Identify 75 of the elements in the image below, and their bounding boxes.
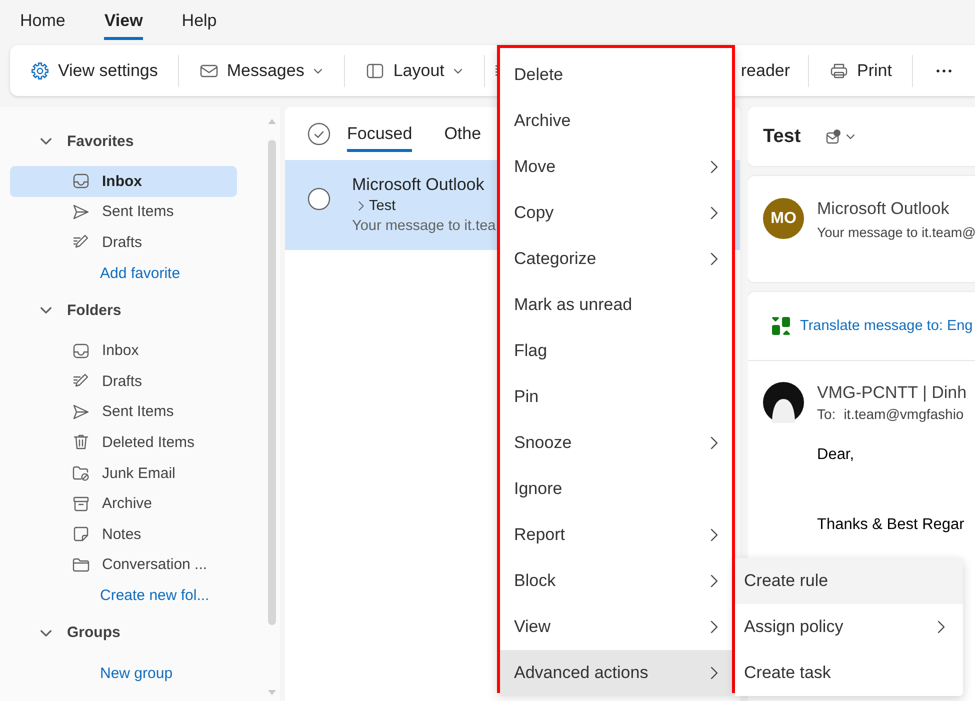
- message-preview: Your message to it.team@: [817, 225, 975, 240]
- menu-item[interactable]: Categorize: [500, 236, 732, 282]
- folder-item[interactable]: Notes: [10, 518, 237, 550]
- folder-blocked-icon: [72, 464, 90, 482]
- email-body-text: Dear,: [817, 446, 856, 464]
- folder-item[interactable]: Inbox: [10, 335, 237, 366]
- menu-item[interactable]: Move: [500, 144, 732, 190]
- settings-icon: [30, 60, 50, 80]
- folder-item[interactable]: Inbox: [10, 166, 237, 197]
- nav-link[interactable]: New group: [10, 658, 237, 688]
- toolbar-button[interactable]: View settings: [10, 52, 178, 88]
- folder-item[interactable]: Sent Items: [10, 196, 237, 228]
- sender-name: VMG-PCNTT | Dinh: [817, 382, 967, 404]
- menu-item[interactable]: Flag: [500, 328, 732, 374]
- menu-item[interactable]: Mark as unread: [500, 282, 732, 328]
- expand-icon: [356, 200, 366, 212]
- scrollbar-thumb[interactable]: [268, 140, 276, 625]
- menu-tab[interactable]: View: [104, 0, 143, 40]
- toolbar-button[interactable]: Messages: [178, 52, 344, 88]
- section-header: Folders: [67, 302, 122, 319]
- more-icon: [935, 68, 953, 74]
- folder-item[interactable]: Deleted Items: [10, 427, 237, 458]
- paper-plane-icon: [72, 402, 90, 421]
- folder-item[interactable]: Drafts: [10, 366, 237, 397]
- menu-item[interactable]: Create task: [735, 650, 963, 696]
- translate-icon: [770, 315, 792, 337]
- inbox-tab[interactable]: Othe: [444, 116, 482, 152]
- folder-item[interactable]: Conversation ...: [10, 550, 237, 580]
- menu-item[interactable]: Copy: [500, 190, 732, 236]
- note-icon: [72, 525, 90, 544]
- menu-item[interactable]: Block: [500, 558, 732, 604]
- menu-item[interactable]: Ignore: [500, 466, 732, 512]
- folder-item[interactable]: Junk Email: [10, 458, 237, 488]
- folder-item[interactable]: Sent Items: [10, 396, 237, 428]
- message-subject: Test: [369, 197, 396, 216]
- mail-check-icon[interactable]: [824, 128, 855, 146]
- avatar: MO: [763, 198, 804, 239]
- message-preview: Your message to it.tea: [352, 217, 496, 235]
- menu-item[interactable]: Delete: [500, 52, 732, 98]
- archive-box-icon: [72, 494, 90, 513]
- folder-item[interactable]: Archive: [10, 488, 237, 519]
- inbox-icon: [72, 172, 90, 190]
- email-body-text: Thanks & Best Regar: [817, 516, 966, 534]
- menu-tab[interactable]: Help: [182, 0, 217, 40]
- toolbar-button[interactable]: reader: [738, 52, 808, 88]
- folder-icon: [72, 556, 90, 574]
- toolbar-button[interactable]: Print: [809, 52, 912, 88]
- translate-link[interactable]: Translate message to: Eng: [800, 318, 973, 334]
- menu-item[interactable]: Advanced actions: [500, 650, 732, 696]
- inbox-tab[interactable]: Focused: [347, 116, 412, 152]
- email-subject: Test: [763, 126, 801, 148]
- menu-item[interactable]: View: [500, 604, 732, 650]
- menu-item[interactable]: Assign policy: [735, 604, 963, 650]
- menu-tab[interactable]: Home: [20, 0, 66, 40]
- inbox-icon: [72, 342, 90, 360]
- menu-item[interactable]: Pin: [500, 374, 732, 420]
- sender-name: Microsoft Outlook: [352, 175, 486, 195]
- nav-link[interactable]: Create new fol...: [10, 580, 237, 611]
- sender-name: Microsoft Outlook: [817, 198, 950, 220]
- menu-item[interactable]: Archive: [500, 98, 732, 144]
- section-header: Groups: [67, 624, 120, 642]
- toolbar-button[interactable]: Layout: [345, 52, 484, 88]
- folder-item[interactable]: Drafts: [10, 227, 237, 258]
- radio-icon[interactable]: [307, 187, 331, 211]
- to-label: To:: [817, 406, 836, 422]
- select-all-icon[interactable]: [307, 122, 331, 146]
- menu-item[interactable]: Create rule: [735, 558, 963, 604]
- menu-item[interactable]: Report: [500, 512, 732, 558]
- menu-item[interactable]: Snooze: [500, 420, 732, 466]
- recipient-address: it.team@vmgfashio: [844, 406, 964, 422]
- avatar-icon: [763, 382, 804, 423]
- nav-link[interactable]: Add favorite: [10, 258, 237, 288]
- section-header: Favorites: [67, 132, 134, 150]
- trash-icon: [72, 433, 90, 452]
- paper-plane-icon: [72, 202, 90, 221]
